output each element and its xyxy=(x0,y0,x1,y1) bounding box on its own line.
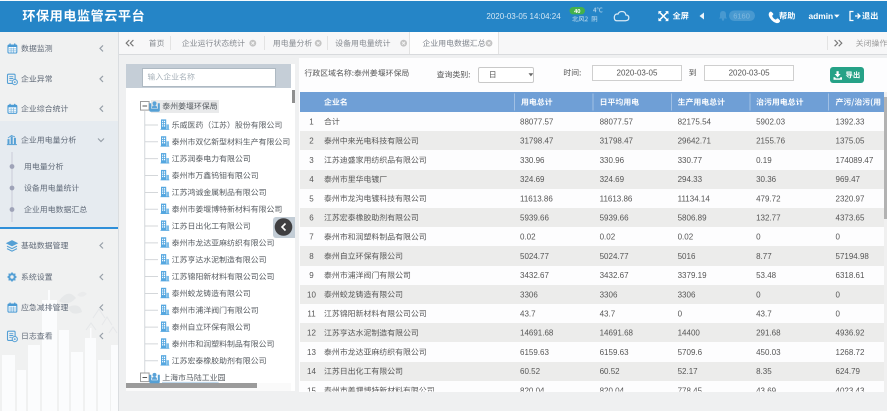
svg-text:3432.67: 3432.67 xyxy=(520,271,549,280)
svg-text:174089.47: 174089.47 xyxy=(836,156,874,165)
svg-text:0: 0 xyxy=(836,309,841,318)
svg-text:5939.66: 5939.66 xyxy=(520,213,549,222)
svg-text:14691.68: 14691.68 xyxy=(600,329,634,338)
svg-text:5024.77: 5024.77 xyxy=(600,252,629,261)
svg-text:53.48: 53.48 xyxy=(756,271,777,280)
svg-text:330.77: 330.77 xyxy=(678,156,703,165)
svg-text:8: 8 xyxy=(309,252,314,261)
svg-text:0: 0 xyxy=(678,309,683,318)
svg-text:324.69: 324.69 xyxy=(600,175,625,184)
svg-text:324.69: 324.69 xyxy=(520,175,545,184)
svg-text:31798.47: 31798.47 xyxy=(600,137,634,146)
svg-text:88077.57: 88077.57 xyxy=(600,117,634,126)
svg-text:3306: 3306 xyxy=(600,290,618,299)
svg-text:6: 6 xyxy=(309,213,314,222)
svg-text:82175.54: 82175.54 xyxy=(678,117,712,126)
svg-text:5016: 5016 xyxy=(678,252,696,261)
svg-text:2020-03-05: 2020-03-05 xyxy=(617,68,658,77)
svg-text:43.69: 43.69 xyxy=(756,386,777,395)
svg-text:88077.57: 88077.57 xyxy=(520,117,554,126)
svg-text:1392.33: 1392.33 xyxy=(836,117,865,126)
svg-text:43.7: 43.7 xyxy=(520,309,536,318)
svg-text:0: 0 xyxy=(756,290,761,299)
svg-text:6159.63: 6159.63 xyxy=(600,348,629,357)
svg-text:450.03: 450.03 xyxy=(756,348,781,357)
svg-text:7: 7 xyxy=(309,233,314,242)
svg-text:10: 10 xyxy=(307,290,316,299)
svg-text:294.33: 294.33 xyxy=(678,175,703,184)
svg-text:3: 3 xyxy=(309,156,314,165)
svg-text:820.04: 820.04 xyxy=(520,386,545,395)
svg-text:3306: 3306 xyxy=(678,290,696,299)
svg-text:330.96: 330.96 xyxy=(600,156,625,165)
svg-text:14691.68: 14691.68 xyxy=(520,329,554,338)
svg-text:4023.43: 4023.43 xyxy=(836,386,865,395)
svg-text:2320.97: 2320.97 xyxy=(836,194,865,203)
svg-text:1268.72: 1268.72 xyxy=(836,348,865,357)
svg-text:2: 2 xyxy=(309,137,314,146)
svg-text:0: 0 xyxy=(756,233,761,242)
svg-text:11: 11 xyxy=(307,309,316,318)
svg-text:132.77: 132.77 xyxy=(756,213,781,222)
svg-text:969.47: 969.47 xyxy=(836,175,861,184)
svg-text:778.45: 778.45 xyxy=(678,386,703,395)
svg-text:0.02: 0.02 xyxy=(600,233,616,242)
svg-text:3379.19: 3379.19 xyxy=(678,271,707,280)
svg-text:6159.63: 6159.63 xyxy=(520,348,549,357)
svg-text:0: 0 xyxy=(836,290,841,299)
svg-text:4: 4 xyxy=(309,175,314,184)
svg-text:5: 5 xyxy=(309,194,314,203)
svg-text:4373.65: 4373.65 xyxy=(836,213,865,222)
svg-text:0: 0 xyxy=(836,233,841,242)
svg-text:14400: 14400 xyxy=(678,329,701,338)
svg-text:14: 14 xyxy=(307,367,316,376)
svg-text:1: 1 xyxy=(309,117,314,126)
svg-text:4936.92: 4936.92 xyxy=(836,329,865,338)
svg-text:3432.67: 3432.67 xyxy=(600,271,629,280)
svg-text:291.68: 291.68 xyxy=(756,329,781,338)
svg-text:6318.61: 6318.61 xyxy=(836,271,865,280)
svg-text:0.02: 0.02 xyxy=(678,233,694,242)
svg-text:29642.71: 29642.71 xyxy=(678,137,712,146)
svg-text:1375.05: 1375.05 xyxy=(836,137,865,146)
svg-text:0.02: 0.02 xyxy=(520,233,536,242)
svg-text:8.77: 8.77 xyxy=(756,252,772,261)
svg-text:0.19: 0.19 xyxy=(756,156,772,165)
svg-text:11134.14: 11134.14 xyxy=(678,194,711,203)
svg-text:8.35: 8.35 xyxy=(756,367,772,376)
svg-text:13: 13 xyxy=(307,348,316,357)
svg-text:5902.03: 5902.03 xyxy=(756,117,785,126)
svg-text:43.7: 43.7 xyxy=(756,309,772,318)
svg-text:820.04: 820.04 xyxy=(600,386,625,395)
svg-text:31798.47: 31798.47 xyxy=(520,137,554,146)
svg-text:5024.77: 5024.77 xyxy=(520,252,549,261)
svg-text:57194.98: 57194.98 xyxy=(836,252,870,261)
svg-text:43.7: 43.7 xyxy=(600,309,616,318)
svg-text:40: 40 xyxy=(574,9,580,15)
svg-text:330.96: 330.96 xyxy=(520,156,545,165)
svg-text:2155.76: 2155.76 xyxy=(756,137,785,146)
svg-text:11613.86: 11613.86 xyxy=(520,194,553,203)
svg-text:2020-03-05 14:04:24: 2020-03-05 14:04:24 xyxy=(486,12,561,21)
svg-text:5806.89: 5806.89 xyxy=(678,213,707,222)
svg-text:5709.6: 5709.6 xyxy=(678,348,703,357)
svg-text:5939.66: 5939.66 xyxy=(600,213,629,222)
svg-text:52.17: 52.17 xyxy=(678,367,699,376)
svg-text:admin: admin xyxy=(809,11,834,21)
svg-text:15: 15 xyxy=(307,386,316,395)
svg-text:624.79: 624.79 xyxy=(836,367,861,376)
svg-text:3306: 3306 xyxy=(520,290,538,299)
svg-text:60.52: 60.52 xyxy=(520,367,541,376)
svg-text:9: 9 xyxy=(309,271,314,280)
svg-text:11613.86: 11613.86 xyxy=(600,194,633,203)
svg-text:60.52: 60.52 xyxy=(600,367,621,376)
svg-text:30.36: 30.36 xyxy=(756,175,777,184)
svg-text:479.72: 479.72 xyxy=(756,194,781,203)
svg-text:2020-03-05: 2020-03-05 xyxy=(729,68,770,77)
svg-text:6160: 6160 xyxy=(733,11,750,20)
svg-text:12: 12 xyxy=(307,329,316,338)
